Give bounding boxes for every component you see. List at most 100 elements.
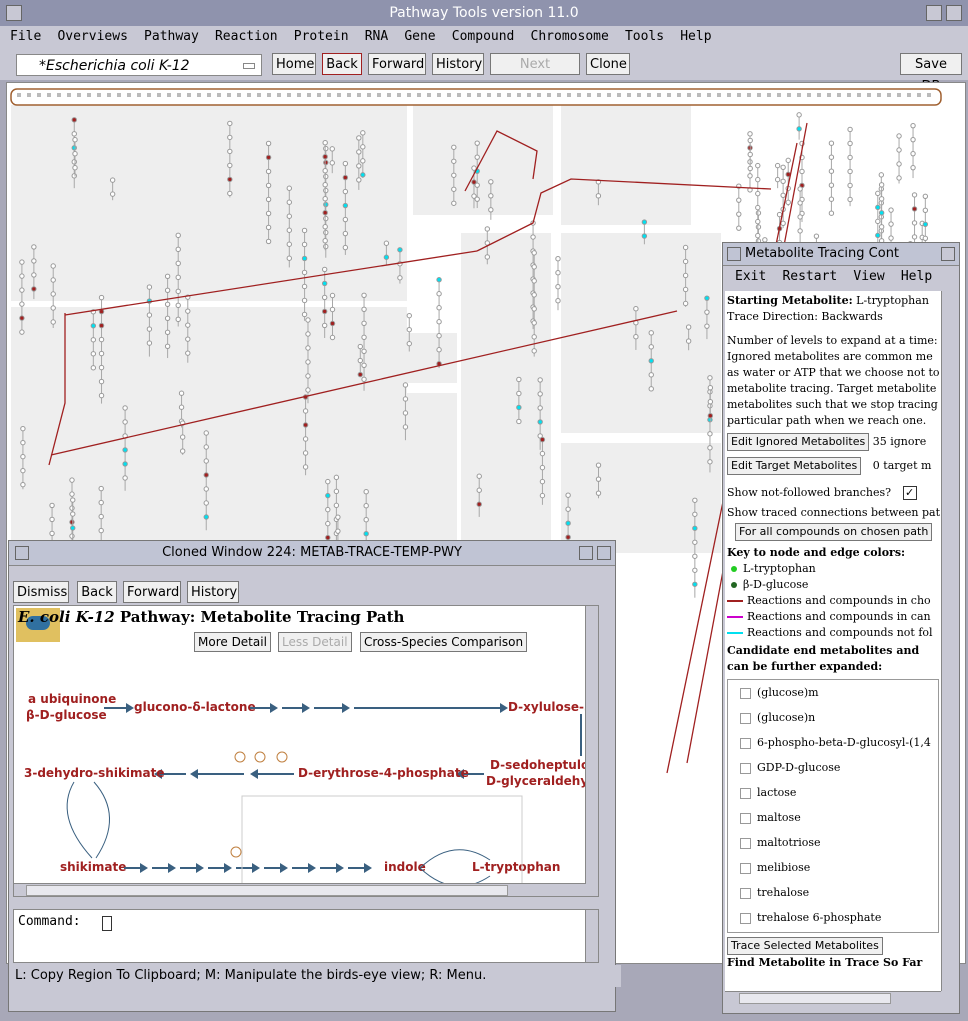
compound-node[interactable] bbox=[321, 280, 328, 287]
compound-node[interactable] bbox=[402, 410, 409, 416]
command-input[interactable] bbox=[102, 916, 112, 931]
maximize-icon[interactable] bbox=[597, 546, 611, 560]
compound-node[interactable] bbox=[451, 186, 457, 192]
compound-node[interactable] bbox=[164, 315, 171, 321]
compound-node[interactable] bbox=[565, 492, 571, 498]
reaction-arrow[interactable] bbox=[194, 773, 244, 775]
compound-node[interactable] bbox=[776, 211, 783, 218]
reaction-arrow[interactable] bbox=[320, 863, 344, 873]
compound-node[interactable] bbox=[333, 474, 340, 481]
compound-node[interactable] bbox=[31, 258, 37, 264]
command-area[interactable]: Command: bbox=[13, 909, 599, 963]
compound-label[interactable]: shikimate bbox=[60, 860, 126, 874]
compound-node[interactable] bbox=[648, 330, 654, 336]
compound-node[interactable] bbox=[875, 232, 881, 239]
compound-node[interactable] bbox=[333, 488, 340, 495]
compound-node[interactable] bbox=[641, 233, 648, 239]
candidate-checkbox[interactable] bbox=[740, 912, 751, 924]
compound-node[interactable] bbox=[780, 192, 786, 198]
compound-node[interactable] bbox=[175, 302, 181, 309]
compound-node[interactable] bbox=[227, 190, 233, 197]
compound-node[interactable] bbox=[356, 177, 362, 183]
compound-node[interactable] bbox=[488, 207, 494, 213]
compound-node[interactable] bbox=[878, 182, 885, 188]
compound-node[interactable] bbox=[878, 172, 885, 178]
compound-node[interactable] bbox=[436, 277, 442, 283]
compound-node[interactable] bbox=[595, 490, 602, 496]
candidate-item[interactable]: maltotriose bbox=[757, 836, 821, 849]
reaction-arrow[interactable] bbox=[104, 703, 134, 713]
compound-node[interactable] bbox=[922, 221, 929, 227]
compound-node[interactable] bbox=[471, 165, 477, 171]
candidate-checkbox[interactable] bbox=[740, 762, 751, 774]
compound-node[interactable] bbox=[922, 235, 929, 241]
compound-node[interactable] bbox=[565, 534, 571, 540]
compound-node[interactable] bbox=[896, 133, 902, 139]
compound-node[interactable] bbox=[516, 404, 522, 411]
compound-node[interactable] bbox=[357, 357, 363, 364]
compound-node[interactable] bbox=[227, 134, 233, 141]
compound-node[interactable] bbox=[755, 224, 762, 230]
compound-node[interactable] bbox=[31, 286, 37, 292]
compound-node[interactable] bbox=[471, 193, 477, 199]
compound-label[interactable]: indole bbox=[384, 860, 426, 874]
compound-node[interactable] bbox=[122, 475, 128, 481]
compound-node[interactable] bbox=[164, 287, 171, 293]
compound-node[interactable] bbox=[361, 320, 367, 327]
compound-node[interactable] bbox=[539, 492, 546, 499]
compound-node[interactable] bbox=[648, 372, 654, 378]
compound-node[interactable] bbox=[911, 206, 918, 212]
compound-node[interactable] bbox=[692, 567, 698, 573]
compound-node[interactable] bbox=[175, 232, 181, 239]
compound-node[interactable] bbox=[406, 340, 412, 347]
vertical-scrollbar[interactable] bbox=[585, 910, 598, 962]
compound-label[interactable]: D-erythrose-4-phosphate bbox=[298, 766, 469, 780]
compound-node[interactable] bbox=[531, 320, 537, 326]
compound-node[interactable] bbox=[227, 148, 233, 155]
compound-node[interactable] bbox=[847, 196, 853, 203]
compound-node[interactable] bbox=[265, 238, 272, 245]
compound-node[interactable] bbox=[19, 259, 25, 265]
compound-node[interactable] bbox=[72, 137, 78, 143]
compound-node[interactable] bbox=[878, 210, 885, 216]
compound-node[interactable] bbox=[539, 436, 546, 443]
compound-node[interactable] bbox=[406, 312, 412, 319]
compound-node[interactable] bbox=[692, 497, 698, 503]
compound-node[interactable] bbox=[780, 164, 786, 170]
candidate-checkbox[interactable] bbox=[740, 862, 751, 874]
compound-node[interactable] bbox=[910, 122, 916, 129]
compound-node[interactable] bbox=[813, 233, 820, 239]
compound-node[interactable] bbox=[323, 173, 329, 180]
compound-node[interactable] bbox=[356, 149, 362, 155]
compound-node[interactable] bbox=[828, 140, 835, 146]
menu-pathway[interactable]: Pathway bbox=[138, 26, 205, 48]
compound-node[interactable] bbox=[321, 308, 328, 315]
window-menu-icon[interactable] bbox=[15, 546, 29, 560]
reaction-arrow[interactable] bbox=[208, 863, 232, 873]
compound-node[interactable] bbox=[321, 322, 328, 329]
compound-node[interactable] bbox=[755, 162, 761, 169]
compound-node[interactable] bbox=[301, 283, 308, 290]
compound-node[interactable] bbox=[49, 502, 55, 509]
compound-node[interactable] bbox=[774, 162, 781, 169]
compound-node[interactable] bbox=[888, 207, 894, 213]
candidate-item[interactable]: trehalose bbox=[757, 886, 809, 899]
compound-node[interactable] bbox=[531, 306, 537, 312]
compound-node[interactable] bbox=[516, 376, 522, 383]
compound-node[interactable] bbox=[227, 162, 233, 169]
compound-label[interactable]: D-xylulose-5- bbox=[508, 700, 597, 714]
minimize-icon[interactable] bbox=[941, 247, 955, 261]
compound-label[interactable]: β-D-glucose bbox=[26, 708, 107, 722]
compound-node[interactable] bbox=[682, 300, 689, 307]
horizontal-scrollbar[interactable] bbox=[725, 991, 941, 1004]
compound-node[interactable] bbox=[322, 181, 328, 188]
compound-node[interactable] bbox=[474, 154, 480, 160]
compound-node[interactable] bbox=[342, 188, 349, 195]
compound-node[interactable] bbox=[451, 172, 457, 178]
compound-node[interactable] bbox=[325, 478, 331, 485]
compound-node[interactable] bbox=[335, 514, 341, 520]
compound-node[interactable] bbox=[265, 140, 272, 147]
reaction-arrow[interactable] bbox=[180, 863, 204, 873]
compound-node[interactable] bbox=[707, 459, 713, 465]
reaction-arrow[interactable] bbox=[354, 703, 508, 713]
